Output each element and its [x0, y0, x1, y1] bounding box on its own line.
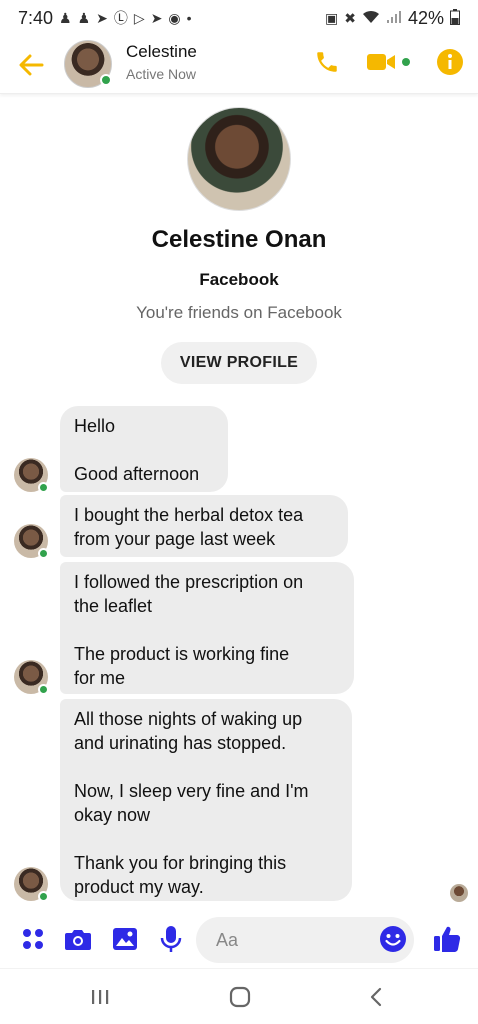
- header-avatar[interactable]: [64, 40, 112, 88]
- camera-icon[interactable]: [63, 924, 93, 954]
- microphone-icon[interactable]: [156, 924, 186, 954]
- video-camera-icon: [367, 54, 395, 70]
- message-placeholder: Aa: [216, 929, 239, 950]
- telegram-icon: ➤: [150, 9, 163, 26]
- profile-source: Facebook: [199, 270, 279, 289]
- profile-name: Celestine Onan: [151, 226, 327, 253]
- back-arrow-icon[interactable]: [14, 48, 48, 82]
- sender-avatar: [14, 458, 49, 493]
- contact-status: Active Now: [126, 66, 197, 82]
- message-bubble[interactable]: All those nights of waking up and urinat…: [60, 699, 352, 901]
- recent-apps-icon[interactable]: [86, 983, 114, 1011]
- header-actions: [314, 48, 464, 76]
- sender-avatar: [14, 524, 49, 559]
- friends-status: You're friends on Facebook: [136, 303, 342, 322]
- status-time: 7:40: [18, 7, 54, 28]
- apps-menu-icon[interactable]: [18, 924, 48, 954]
- chat-header: Celestine Active Now: [0, 36, 478, 94]
- sender-avatar: [14, 660, 49, 695]
- profile-photo[interactable]: [187, 107, 291, 211]
- message-bubble[interactable]: I bought the herbal detox tea from your …: [60, 495, 348, 557]
- phone-call-button[interactable]: [314, 49, 340, 75]
- online-indicator: [100, 74, 112, 86]
- wifi-icon: [362, 10, 380, 27]
- system-nav-bar: [0, 968, 478, 1024]
- seen-receipt-avatar: [450, 884, 468, 902]
- message-bubble[interactable]: Hello Good afternoon: [60, 406, 228, 492]
- back-nav-icon[interactable]: [362, 983, 390, 1011]
- info-button[interactable]: [436, 48, 464, 76]
- person-add-icon: ♟: [77, 9, 91, 26]
- sender-avatar: [14, 867, 49, 902]
- message-bubble[interactable]: I followed the prescription on the leafl…: [60, 562, 354, 694]
- contact-name[interactable]: Celestine: [126, 42, 197, 62]
- video-call-button[interactable]: [366, 51, 410, 73]
- play-circle-icon: ▷: [133, 9, 145, 26]
- emoji-icon[interactable]: [378, 924, 408, 954]
- video-active-dot: [402, 58, 410, 66]
- home-icon[interactable]: [226, 983, 254, 1011]
- phone-icon: [317, 52, 337, 72]
- dot-icon: •: [186, 10, 192, 26]
- view-profile-button[interactable]: VIEW PROFILE: [161, 342, 317, 384]
- facebook-icon: ◉: [168, 9, 181, 26]
- status-bar: 7:40 ♟ ♟ ➤ Ⓛ ▷ ➤ ◉ • ▣ ✖ 42%: [0, 0, 478, 36]
- gallery-icon[interactable]: [110, 924, 140, 954]
- thumbs-up-icon[interactable]: [432, 924, 462, 954]
- status-left: 7:40 ♟ ♟ ➤ Ⓛ ▷ ➤ ◉ •: [18, 8, 192, 29]
- person-add-icon: ♟: [59, 9, 72, 26]
- telegram-icon: ➤: [96, 9, 108, 26]
- status-right: ▣ ✖ 42%: [325, 8, 460, 29]
- lock-icon: ▣: [325, 9, 339, 26]
- mute-icon: ✖: [344, 9, 356, 26]
- message-composer: Aa: [0, 912, 478, 968]
- b-circle-icon: Ⓛ: [113, 10, 128, 26]
- info-icon: [437, 49, 463, 75]
- battery-percent: 42%: [407, 7, 444, 28]
- battery-icon: [450, 8, 460, 28]
- signal-icon: [386, 10, 402, 27]
